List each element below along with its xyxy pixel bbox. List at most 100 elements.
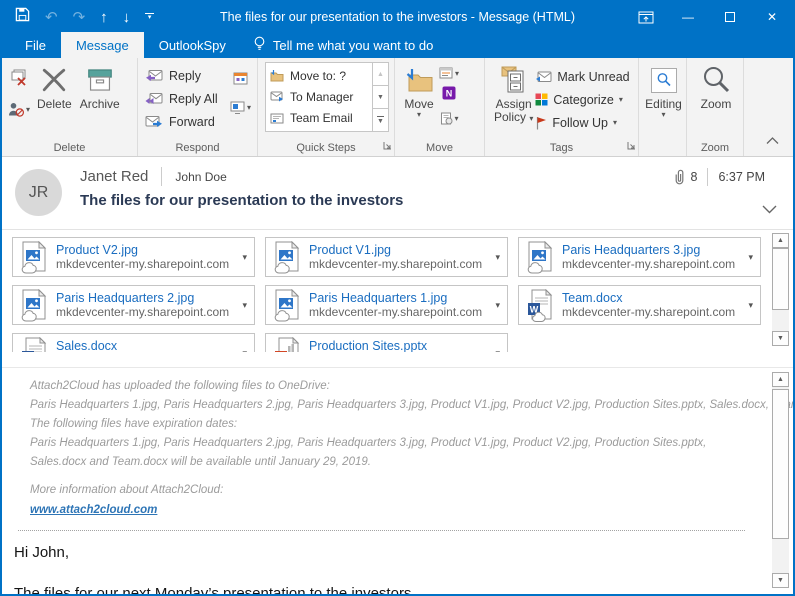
- tell-me-box[interactable]: Tell me what you want to do: [253, 32, 433, 58]
- redo-icon[interactable]: ↷: [73, 10, 86, 25]
- collapse-ribbon-icon[interactable]: [766, 132, 779, 150]
- junk-button[interactable]: ▾: [8, 102, 30, 117]
- close-button[interactable]: ✕: [751, 2, 793, 32]
- scroll-up-button[interactable]: ▲: [772, 372, 789, 387]
- zoom-magnifier-icon: [701, 64, 731, 96]
- scroll-down-button[interactable]: ▼: [772, 331, 789, 346]
- attachment-menu-caret-icon[interactable]: ▾: [490, 348, 505, 353]
- quick-step-team-email[interactable]: Team Email: [266, 108, 372, 129]
- onenote-icon[interactable]: N: [442, 86, 456, 105]
- avatar[interactable]: JR: [15, 169, 62, 216]
- scroll-down-button[interactable]: ▼: [772, 573, 789, 588]
- meeting-icon[interactable]: [233, 71, 248, 90]
- reply-all-button[interactable]: Reply All: [143, 87, 229, 110]
- ribbon-group-quick-steps: Move to: ? To Manager Team Email ▲ ▼ ▼ Q…: [258, 58, 395, 156]
- recipient-name[interactable]: John Doe: [175, 170, 226, 184]
- attachment-source: mkdevcenter-my.sharepoint.com: [309, 257, 483, 271]
- undo-icon[interactable]: ↶: [45, 10, 58, 25]
- attachment-menu-caret-icon[interactable]: ▾: [743, 252, 758, 263]
- actions-button[interactable]: ▾: [440, 112, 459, 125]
- zoom-button[interactable]: Zoom: [697, 62, 736, 139]
- scrollbar-thumb[interactable]: [772, 248, 789, 310]
- attachment-tile[interactable]: Paris Headquarters 2.jpg mkdevcenter-my.…: [12, 285, 255, 325]
- expand-header-chevron-icon[interactable]: [762, 201, 777, 219]
- reply-icon: [146, 70, 163, 81]
- previous-item-icon[interactable]: ↑: [100, 10, 108, 25]
- attachment-tile[interactable]: Production Sites.pptx mkdevcenter-my.sha…: [265, 333, 508, 352]
- attachment-menu-caret-icon[interactable]: ▾: [237, 300, 252, 311]
- caret-down-icon: ▾: [661, 110, 666, 119]
- tell-me-label: Tell me what you want to do: [272, 37, 434, 53]
- customize-qat-icon[interactable]: ▾: [145, 13, 155, 21]
- minimize-button[interactable]: —: [667, 2, 709, 32]
- attachment-menu-caret-icon[interactable]: ▾: [237, 348, 252, 353]
- sender-name[interactable]: Janet Red: [80, 168, 148, 185]
- attachment-tile[interactable]: Product V1.jpg mkdevcenter-my.sharepoint…: [265, 237, 508, 277]
- quick-step-to-manager[interactable]: To Manager: [266, 86, 372, 107]
- attachment-source: mkdevcenter-my.sharepoint.com: [309, 305, 483, 319]
- move-button[interactable]: Move ▾: [400, 62, 438, 139]
- attachment-source: mkdevcenter-my.sharepoint.com: [56, 305, 230, 319]
- next-item-icon[interactable]: ↓: [123, 10, 131, 25]
- quick-step-move-to[interactable]: Move to: ?: [266, 65, 372, 86]
- body-scrollbar[interactable]: ▲ ▼: [772, 372, 789, 588]
- message-subject: The files for our presentation to the in…: [80, 192, 404, 209]
- editing-button[interactable]: Editing ▾: [641, 62, 686, 139]
- attachment-menu-caret-icon[interactable]: ▾: [490, 300, 505, 311]
- attachment-source: mkdevcenter-my.sharepoint.com: [562, 257, 736, 271]
- gallery-scroll-down-button[interactable]: ▼: [373, 86, 388, 109]
- attachment-source: mkdevcenter-my.sharepoint.com: [562, 305, 736, 319]
- forward-button[interactable]: Forward: [143, 110, 229, 133]
- caret-down-icon: ▾: [618, 95, 623, 104]
- caret-down-icon: ▾: [246, 103, 251, 112]
- maximize-button[interactable]: [709, 2, 751, 32]
- quick-steps-scroll: ▲ ▼ ▼: [372, 63, 388, 131]
- archive-button[interactable]: Archive: [76, 62, 124, 139]
- attachment-tile[interactable]: Paris Headquarters 1.jpg mkdevcenter-my.…: [265, 285, 508, 325]
- scrollbar-track[interactable]: [772, 387, 789, 573]
- notice-expiration-line: Paris Headquarters 1.jpg, Paris Headquar…: [30, 437, 707, 468]
- attach2cloud-link[interactable]: www.attach2cloud.com: [30, 501, 157, 520]
- attachment-tile[interactable]: W Sales.docx mkdevcenter-my.sharepoint.c…: [12, 333, 255, 352]
- attachment-count: 8: [673, 169, 697, 185]
- save-icon[interactable]: [15, 7, 30, 27]
- attachment-tile[interactable]: Product V2.jpg mkdevcenter-my.sharepoint…: [12, 237, 255, 277]
- scrollbar-thumb[interactable]: [772, 389, 789, 539]
- delete-button[interactable]: Delete: [33, 62, 76, 139]
- tab-outlookspy[interactable]: OutlookSpy: [144, 32, 241, 58]
- scroll-up-button[interactable]: ▲: [772, 233, 789, 248]
- ribbon-group-delete: ▾ Delete Archive Delete: [2, 58, 138, 156]
- ribbon-group-zoom: Zoom Zoom: [687, 58, 744, 156]
- ignore-icon[interactable]: [10, 69, 28, 91]
- lightbulb-icon: [253, 36, 266, 54]
- mark-unread-button[interactable]: Mark Unread: [535, 65, 630, 88]
- reply-button[interactable]: Reply: [143, 64, 229, 87]
- tab-file[interactable]: File: [10, 32, 61, 58]
- attachments-scrollbar[interactable]: ▲ ▼: [772, 233, 789, 346]
- gallery-scroll-up-button[interactable]: ▲: [373, 63, 388, 86]
- gallery-more-button[interactable]: ▼: [373, 109, 388, 131]
- attachment-menu-caret-icon[interactable]: ▾: [237, 252, 252, 263]
- im-button[interactable]: ▾: [230, 101, 251, 114]
- attachment-tile[interactable]: W Team.docx mkdevcenter-my.sharepoint.co…: [518, 285, 761, 325]
- to-manager-icon: [270, 91, 283, 102]
- follow-up-button[interactable]: Follow Up ▾: [535, 111, 629, 134]
- ribbon-display-options-icon[interactable]: [625, 2, 667, 32]
- tags-dialog-launcher-icon[interactable]: [627, 141, 636, 153]
- jpg-file-cloud-icon: [21, 288, 49, 322]
- categorize-button[interactable]: Categorize ▾: [535, 88, 629, 111]
- attachment-name: Paris Headquarters 2.jpg: [56, 291, 195, 305]
- team-email-icon: [270, 113, 284, 124]
- quick-steps-dialog-launcher-icon[interactable]: [383, 141, 392, 153]
- rules-button[interactable]: ▾: [439, 67, 459, 79]
- attachment-menu-caret-icon[interactable]: ▾: [743, 300, 758, 311]
- categorize-icon: [535, 93, 548, 106]
- attachment-tile[interactable]: Paris Headquarters 3.jpg mkdevcenter-my.…: [518, 237, 761, 277]
- attachment-name: Team.docx: [562, 291, 623, 305]
- attachment-menu-caret-icon[interactable]: ▾: [490, 252, 505, 263]
- tab-message[interactable]: Message: [60, 32, 144, 58]
- powerpoint-file-cloud-icon: [274, 336, 302, 352]
- message-header: JR Janet Red John Doe The files for our …: [2, 157, 793, 229]
- assign-policy-button[interactable]: Assign Policy ▾: [490, 62, 535, 139]
- scrollbar-track[interactable]: [772, 248, 789, 331]
